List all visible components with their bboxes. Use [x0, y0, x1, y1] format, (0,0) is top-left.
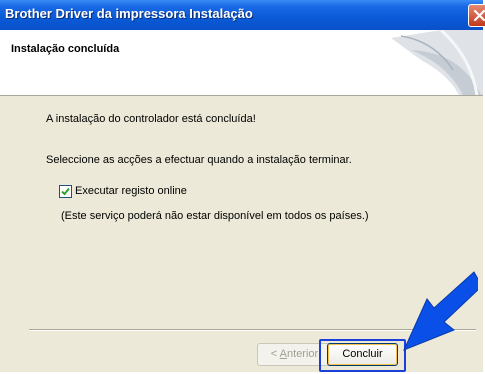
pointer-arrow-icon — [403, 271, 478, 351]
finish-button[interactable]: Concluir — [327, 343, 398, 366]
online-registration-checkbox[interactable] — [59, 185, 72, 198]
header-graphic-icon — [391, 30, 483, 95]
page-title: Instalação concluída — [11, 43, 120, 55]
installer-window: Brother Driver da impressora Instalação … — [0, 0, 485, 372]
back-prefix: < — [270, 348, 280, 360]
window-title: Brother Driver da impressora Instalação — [5, 6, 253, 21]
back-label: nterior — [287, 348, 319, 360]
close-button[interactable] — [468, 4, 485, 27]
online-registration-label[interactable]: Executar registo online — [75, 185, 187, 197]
header-panel: Instalação concluída — [0, 30, 483, 96]
title-bar[interactable]: Brother Driver da impressora Instalação — [0, 0, 485, 30]
back-accelerator: A — [279, 348, 288, 360]
instruction-text: Seleccione as acções a efectuar quando a… — [46, 154, 352, 166]
close-icon — [473, 9, 485, 22]
availability-note: (Este serviço poderá não estar disponíve… — [61, 210, 369, 222]
checkmark-icon — [61, 187, 70, 196]
completion-message: A instalação do controlador está concluí… — [46, 113, 256, 125]
